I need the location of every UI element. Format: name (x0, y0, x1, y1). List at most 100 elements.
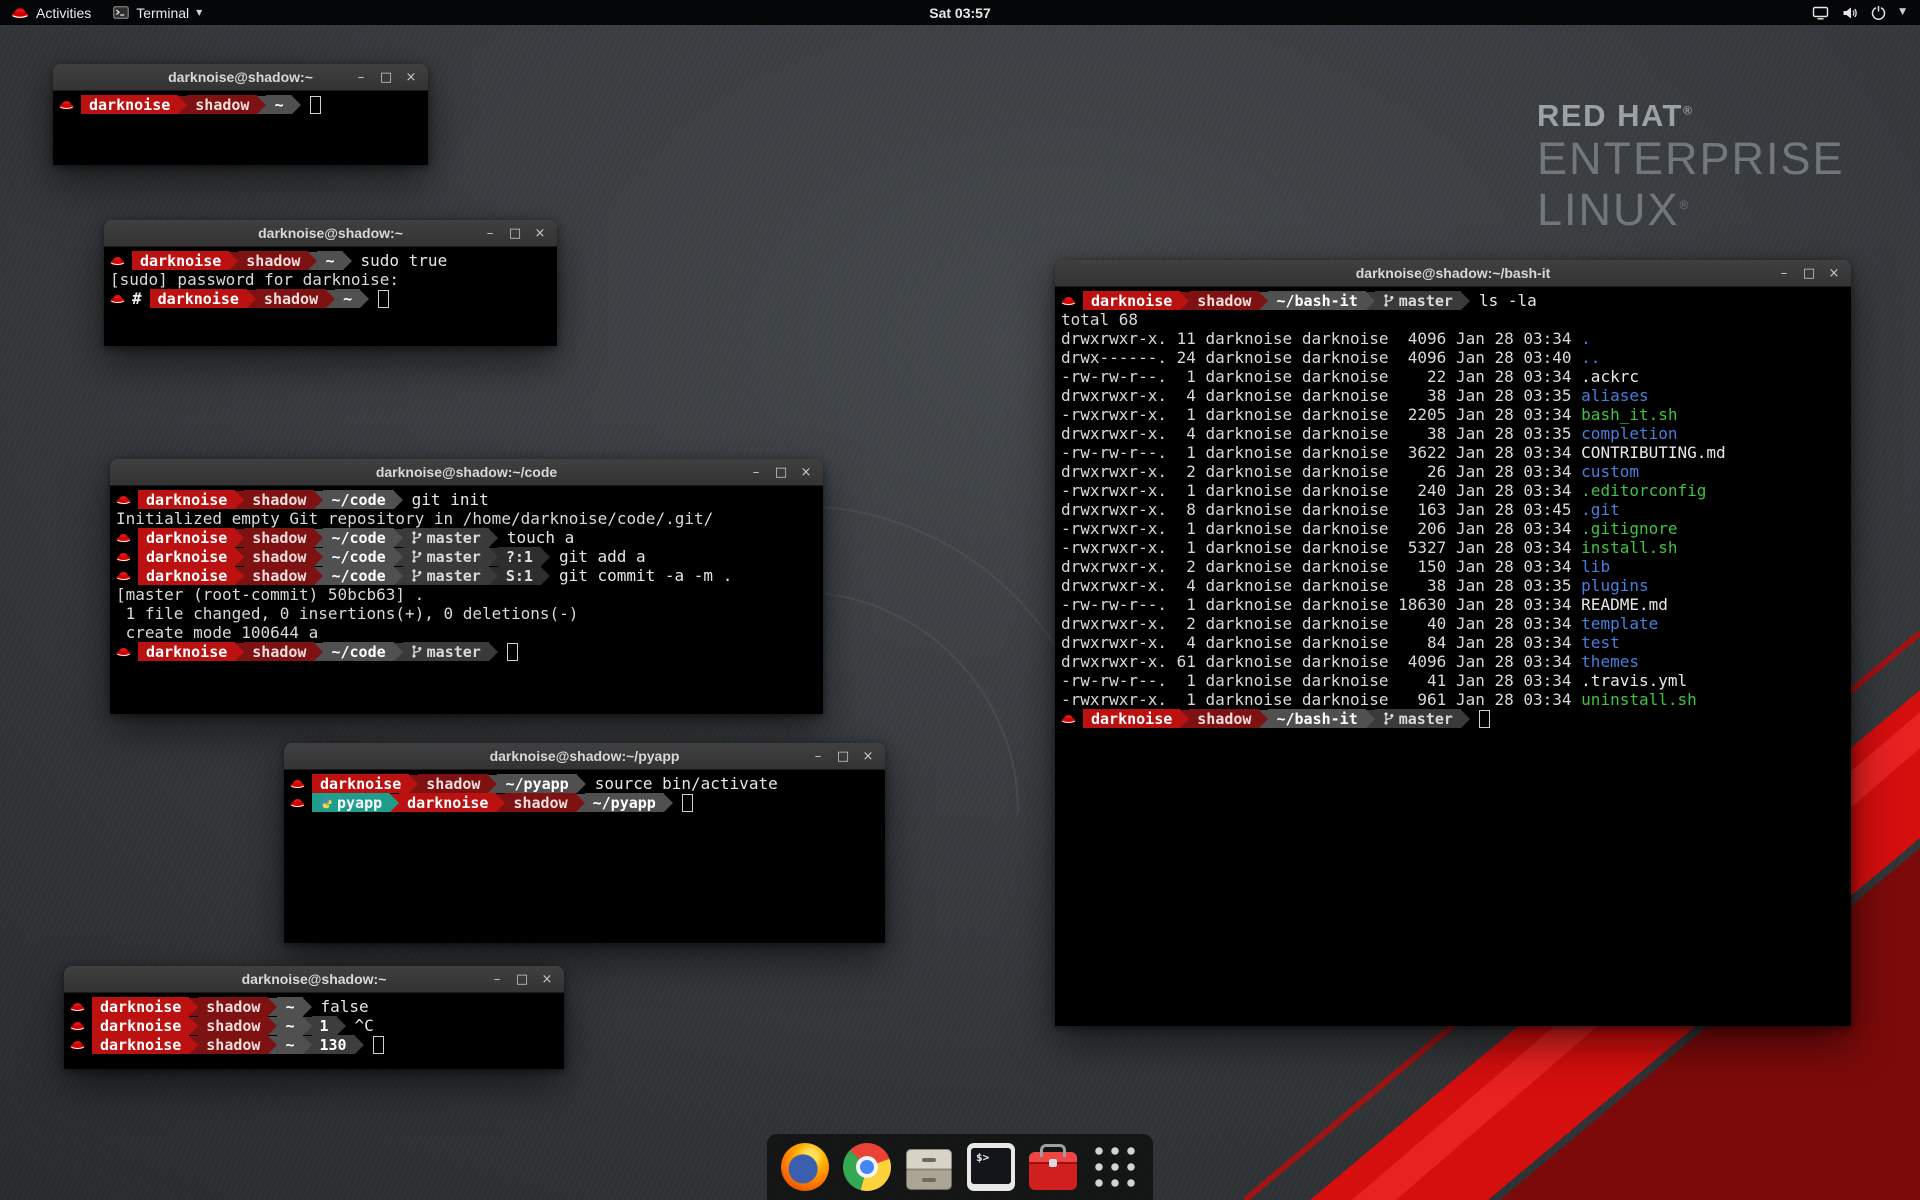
prompt-segment-exit: 1 (312, 1016, 337, 1035)
app-menu-terminal[interactable]: Terminal ▼ (102, 0, 213, 25)
window-controls: – □ × (480, 220, 550, 246)
terminal-line: [sudo] password for darknoise: (110, 270, 551, 289)
minimize-button[interactable]: – (808, 746, 828, 766)
terminal-cursor (507, 643, 518, 661)
dock-item-firefox[interactable] (781, 1143, 829, 1191)
terminal-line: -rw-rw-r--. 1 darknoise darknoise 3622 J… (1061, 443, 1845, 462)
maximize-button[interactable]: □ (771, 462, 791, 482)
terminal-content[interactable]: darknoiseshadow~ (53, 91, 428, 165)
powerline-arrow-icon (394, 548, 403, 566)
file-name: .ackrc (1581, 367, 1639, 386)
titlebar[interactable]: darknoise@shadow:~/bash-it – □ × (1055, 260, 1851, 287)
prompt-segment-host: shadow (1189, 709, 1259, 728)
prompt-segment-host: shadow (505, 793, 575, 812)
powerline-arrow-icon (303, 998, 312, 1016)
terminal-window-pyapp: darknoise@shadow:~/pyapp – □ × darknoise… (284, 743, 885, 943)
file-name: .git (1581, 500, 1620, 519)
close-button[interactable]: × (401, 67, 421, 87)
maximize-button[interactable]: □ (505, 223, 525, 243)
branch-icon (411, 549, 422, 564)
activities-button[interactable]: Activities (0, 0, 102, 25)
file-name: install.sh (1581, 538, 1677, 557)
close-button[interactable]: × (537, 969, 557, 989)
prompt-segment-exit: 130 (312, 1035, 355, 1054)
file-meta: -rwxrwxr-x. 1 darknoise darknoise 206 Ja… (1061, 519, 1581, 538)
terminal-window-exitcodes: darknoise@shadow:~ – □ × darknoiseshadow… (64, 966, 564, 1069)
file-meta: -rw-rw-r--. 1 darknoise darknoise 3622 J… (1061, 443, 1581, 462)
prompt-segment-host: shadow (1189, 291, 1259, 310)
powerline-arrow-icon (314, 548, 323, 566)
terminal-line: -rw-rw-r--. 1 darknoise darknoise 18630 … (1061, 595, 1845, 614)
file-meta: -rw-rw-r--. 1 darknoise darknoise 22 Jan… (1061, 367, 1581, 386)
prompt-segment-user: darknoise (138, 528, 235, 547)
maximize-button[interactable]: □ (1799, 263, 1819, 283)
titlebar[interactable]: darknoise@shadow:~ – □ × (53, 64, 428, 91)
command-text: git add a (559, 547, 646, 566)
clock[interactable]: Sat 03:57 (929, 5, 990, 21)
titlebar[interactable]: darknoise@shadow:~/pyapp – □ × (284, 743, 885, 770)
terminal-line: darknoiseshadow~/bash-itmasterls -la (1061, 291, 1845, 310)
dock-item-appgrid[interactable] (1091, 1143, 1139, 1191)
python-icon (320, 797, 332, 809)
window-title: darknoise@shadow:~ (258, 225, 403, 241)
dock-item-chrome[interactable] (843, 1143, 891, 1191)
firefox-icon (781, 1143, 829, 1191)
file-meta: -rwxrwxr-x. 1 darknoise darknoise 5327 J… (1061, 538, 1581, 557)
terminal-line: drwxrwxr-x. 4 darknoise darknoise 38 Jan… (1061, 576, 1845, 595)
dock-item-files[interactable] (905, 1143, 953, 1191)
file-meta: drwxrwxr-x. 2 darknoise darknoise 40 Jan… (1061, 614, 1581, 633)
chevron-down-icon: ▼ (196, 9, 202, 17)
prompt-segment-host: shadow (244, 490, 314, 509)
maximize-button[interactable]: □ (376, 67, 396, 87)
powerline-arrow-icon (409, 775, 418, 793)
volume-icon[interactable] (1842, 6, 1858, 20)
minimize-button[interactable]: – (480, 223, 500, 243)
window-title: darknoise@shadow:~ (242, 971, 387, 987)
terminal-content[interactable]: darknoiseshadow~/codegit initInitialized… (110, 486, 823, 714)
minimize-button[interactable]: – (487, 969, 507, 989)
redhat-prompt-icon (110, 255, 125, 267)
close-button[interactable]: × (530, 223, 550, 243)
titlebar[interactable]: darknoise@shadow:~ – □ × (104, 220, 557, 247)
prompt-segment-path: ~ (317, 251, 342, 270)
maximize-button[interactable]: □ (833, 746, 853, 766)
powerline-arrow-icon (390, 794, 399, 812)
powerline-arrow-icon (1259, 292, 1268, 310)
command-text: git init (412, 490, 489, 509)
maximize-button[interactable]: □ (512, 969, 532, 989)
powerline-arrow-icon (664, 794, 673, 812)
command-text: touch a (507, 528, 574, 547)
terminal-content[interactable]: darknoiseshadow~/pyappsource bin/activat… (284, 770, 885, 943)
dock-item-terminal[interactable]: $> (967, 1143, 1015, 1191)
output-text: total 68 (1061, 310, 1138, 329)
prompt-segment-venv: pyapp (312, 793, 390, 812)
terminal-content[interactable]: darknoiseshadow~falsedarknoiseshadow~1^C… (64, 993, 564, 1069)
terminal-content[interactable]: darknoiseshadow~/bash-itmasterls -latota… (1055, 287, 1851, 1026)
powerline-arrow-icon (576, 794, 585, 812)
powerline-arrow-icon (247, 290, 256, 308)
file-meta: -rw-rw-r--. 1 darknoise darknoise 18630 … (1061, 595, 1581, 614)
terminal-line: total 68 (1061, 310, 1845, 329)
power-icon[interactable] (1871, 5, 1886, 20)
dock: $> (767, 1134, 1153, 1200)
close-button[interactable]: × (796, 462, 816, 482)
activities-label: Activities (36, 5, 91, 21)
minimize-button[interactable]: – (1774, 263, 1794, 283)
powerline-arrow-icon (1366, 710, 1375, 728)
file-name: . (1581, 329, 1591, 348)
file-meta: drwxrwxr-x. 4 darknoise darknoise 38 Jan… (1061, 386, 1581, 405)
branch-icon (1383, 711, 1394, 726)
display-icon[interactable] (1812, 6, 1829, 20)
powerline-arrow-icon (268, 998, 277, 1016)
minimize-button[interactable]: – (351, 67, 371, 87)
terminal-content[interactable]: darknoiseshadow~sudo true[sudo] password… (104, 247, 557, 346)
close-button[interactable]: × (858, 746, 878, 766)
minimize-button[interactable]: – (746, 462, 766, 482)
chevron-down-icon[interactable]: ▼ (1899, 8, 1906, 17)
close-button[interactable]: × (1824, 263, 1844, 283)
titlebar[interactable]: darknoise@shadow:~/code – □ × (110, 459, 823, 486)
powerline-arrow-icon (577, 775, 586, 793)
titlebar[interactable]: darknoise@shadow:~ – □ × (64, 966, 564, 993)
dock-item-toolbox[interactable] (1029, 1143, 1077, 1191)
terminal-line: drwxrwxr-x. 8 darknoise darknoise 163 Ja… (1061, 500, 1845, 519)
